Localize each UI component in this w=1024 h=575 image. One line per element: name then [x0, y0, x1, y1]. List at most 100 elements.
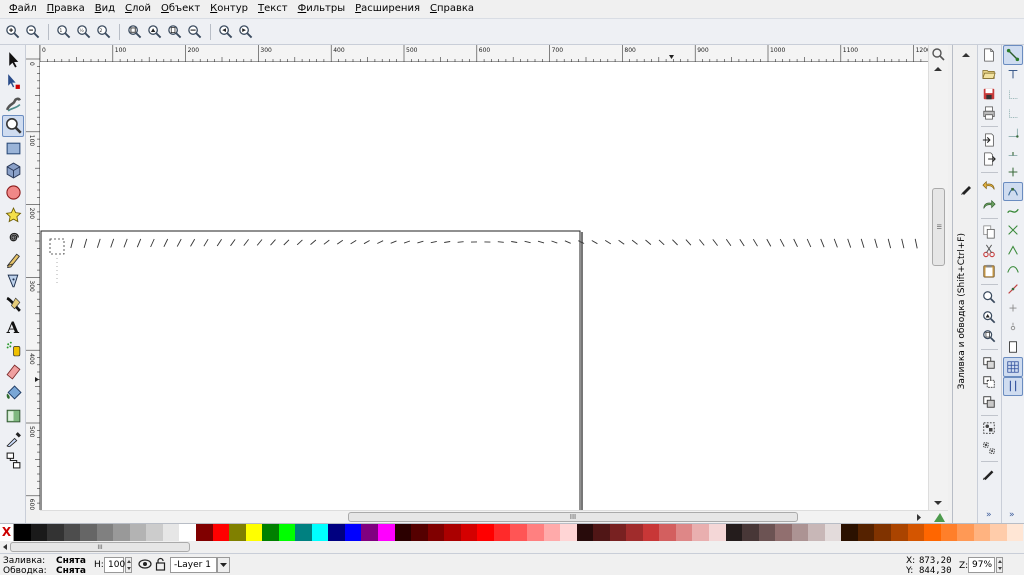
color-swatch[interactable] [576, 524, 594, 542]
menu-item[interactable]: Справка [425, 1, 479, 17]
paint-bucket-tool[interactable] [2, 382, 24, 404]
dash-stroke[interactable] [203, 238, 209, 247]
snap-center-button[interactable] [1003, 162, 1023, 182]
save-button[interactable] [979, 84, 999, 104]
snap-page-button[interactable] [1003, 338, 1023, 358]
drawing-canvas[interactable] [40, 62, 928, 510]
menu-item[interactable]: Объект [156, 1, 205, 17]
color-swatch[interactable] [14, 524, 31, 542]
fill-value[interactable]: Снята [56, 556, 86, 566]
pencil-tool[interactable] [2, 249, 24, 271]
ellipse-tool[interactable] [2, 182, 24, 204]
zoom-next-button[interactable] [236, 22, 255, 41]
print-button[interactable] [979, 104, 999, 124]
color-swatch[interactable] [659, 524, 676, 542]
color-swatch[interactable] [113, 524, 130, 542]
color-swatch[interactable] [510, 524, 527, 542]
dash-stroke[interactable] [725, 239, 732, 247]
snap-guide-button[interactable] [1003, 376, 1023, 396]
spray-tool[interactable] [2, 338, 24, 360]
dash-stroke[interactable] [874, 238, 878, 249]
3dbox-tool[interactable] [2, 159, 24, 181]
color-swatch[interactable] [63, 524, 81, 542]
color-swatch[interactable] [278, 524, 296, 542]
dash-stroke[interactable] [403, 240, 411, 244]
color-swatch[interactable] [642, 524, 660, 542]
color-swatch[interactable] [940, 524, 958, 542]
snap-object-center-button[interactable] [1003, 299, 1023, 319]
dash-stroke[interactable] [230, 239, 236, 247]
dash-stroke[interactable] [497, 241, 504, 243]
color-swatch[interactable] [47, 524, 64, 542]
open-button[interactable] [979, 65, 999, 85]
cut-button[interactable] [979, 242, 999, 262]
dash-stroke[interactable] [150, 238, 155, 248]
color-swatch[interactable] [973, 524, 991, 542]
scroll-up-arrow[interactable] [933, 65, 943, 73]
color-swatch[interactable] [808, 524, 825, 542]
color-swatch[interactable] [758, 524, 776, 542]
dash-stroke[interactable] [511, 241, 518, 243]
horizontal-ruler[interactable]: 0 100 200 300 400 500 600 700 800 900 1000 1100 1200 [39, 45, 931, 62]
color-swatch[interactable] [493, 524, 511, 542]
layer-dropdown-arrow[interactable] [217, 557, 230, 573]
dash-stroke[interactable] [243, 239, 249, 246]
dash-stroke[interactable] [270, 239, 276, 246]
dash-stroke[interactable] [524, 240, 531, 244]
dash-stroke[interactable] [350, 240, 357, 245]
dash-stroke[interactable] [914, 238, 918, 249]
palette-scrollbar[interactable]: III [0, 541, 1024, 553]
color-swatch[interactable] [692, 524, 709, 542]
clone-button[interactable] [979, 373, 999, 393]
snap-smooth-button[interactable] [1003, 260, 1023, 280]
color-swatch[interactable] [146, 524, 163, 542]
color-swatch[interactable] [890, 524, 908, 542]
dash-stroke[interactable] [377, 240, 384, 244]
color-swatch[interactable] [560, 524, 577, 542]
dash-stroke[interactable] [363, 240, 370, 245]
dash-stroke[interactable] [604, 240, 612, 245]
swatch-none[interactable]: X [0, 524, 14, 542]
eraser-tool[interactable] [2, 360, 24, 382]
color-swatch[interactable] [526, 524, 544, 542]
opacity-spin[interactable] [125, 557, 132, 573]
color-swatch[interactable] [824, 524, 842, 542]
xml-editor-button[interactable] [979, 465, 999, 485]
stroke-value[interactable]: Снята [56, 566, 86, 575]
scroll-up-dock-arrow[interactable] [961, 51, 971, 59]
dash-stroke[interactable] [847, 238, 852, 248]
color-swatch[interactable] [725, 524, 743, 542]
zoom-sel-cmd-button[interactable] [979, 288, 999, 308]
zoom-page-button[interactable] [165, 22, 184, 41]
duplicate-button[interactable] [979, 353, 999, 373]
dash-stroke[interactable] [793, 238, 798, 247]
copy-button[interactable] [979, 222, 999, 242]
dash-stroke[interactable] [163, 238, 169, 247]
color-swatch[interactable] [427, 524, 445, 542]
dash-stroke[interactable] [860, 238, 865, 248]
dash-stroke[interactable] [323, 239, 330, 245]
color-swatch[interactable] [857, 524, 875, 542]
fill-stroke-panel-label[interactable]: Заливка и обводка (Shift+Ctrl+F) [957, 233, 975, 389]
layer-visibility-icon[interactable] [138, 558, 152, 570]
canvas-corner-icon[interactable] [932, 511, 946, 523]
dash-stroke[interactable] [216, 239, 222, 247]
dash-stroke[interactable] [96, 238, 101, 248]
zoom-prev-button[interactable] [216, 22, 235, 41]
snap-grid-button[interactable] [1003, 357, 1023, 377]
zoom-drawing-button[interactable] [145, 22, 164, 41]
color-swatch[interactable] [378, 524, 395, 542]
color-swatch[interactable] [477, 524, 494, 542]
spiral-tool[interactable] [2, 226, 24, 248]
snap-mid-button[interactable] [1003, 143, 1023, 163]
color-swatch[interactable] [543, 524, 561, 542]
star-tool[interactable] [2, 204, 24, 226]
dash-stroke[interactable] [336, 239, 344, 245]
dash-stroke[interactable] [537, 240, 545, 244]
rect-tool[interactable] [2, 137, 24, 159]
snap-corner-button[interactable] [1003, 123, 1023, 143]
color-swatch[interactable] [924, 524, 941, 542]
color-swatch[interactable] [411, 524, 428, 542]
snap-toggle-button[interactable] [1003, 45, 1023, 65]
dash-stroke[interactable] [564, 240, 571, 244]
